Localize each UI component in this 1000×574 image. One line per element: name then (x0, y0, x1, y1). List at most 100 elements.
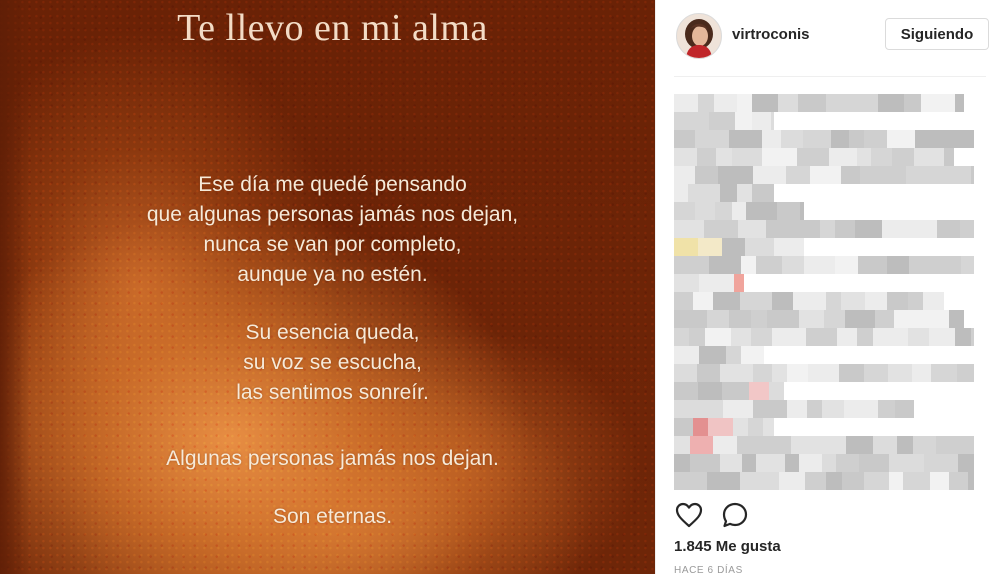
comment-pixel-block (829, 148, 857, 166)
avatar[interactable] (676, 13, 722, 59)
instagram-post: Te llevo en mi alma Ese día me quedé pen… (0, 0, 1000, 574)
comment-pixel-block (674, 256, 709, 274)
comment-pixel-block (839, 364, 864, 382)
comment-pixel-row (674, 256, 974, 274)
comment-pixel-block (708, 418, 733, 436)
like-button[interactable] (674, 500, 704, 530)
comment-pixel-block (957, 364, 974, 382)
comment-button[interactable] (720, 500, 750, 530)
comment-pixel-block (785, 454, 799, 472)
comment-pixel-block (894, 310, 927, 328)
poem-title: Te llevo en mi alma (177, 7, 488, 49)
post-side-panel: virtroconis Siguiendo 1.845 Me gusta Hac… (655, 0, 1000, 574)
comment-pixel-block (937, 220, 960, 238)
comment-pixel-block (889, 472, 903, 490)
comment-pixel-block (871, 148, 892, 166)
comment-pixel-block (777, 202, 800, 220)
comment-pixel-block (806, 328, 837, 346)
comment-pixel-block (822, 454, 836, 472)
following-button[interactable]: Siguiendo (885, 18, 989, 50)
comment-pixel-block (889, 454, 924, 472)
comment-pixel-block (693, 292, 713, 310)
comment-pixel-block (793, 292, 826, 310)
comment-pixel-block (895, 400, 914, 418)
post-image[interactable]: Te llevo en mi alma Ese día me quedé pen… (0, 0, 655, 574)
comment-pixel-block (875, 310, 894, 328)
comment-pixel-block (772, 292, 793, 310)
comment-pixel-block (936, 130, 960, 148)
comment-pixel-row (674, 472, 974, 490)
comment-pixel-block (695, 202, 715, 220)
comment-pixel-block (944, 256, 961, 274)
comment-pixel-block (762, 472, 779, 490)
comment-pixel-block (846, 436, 873, 454)
poem-stanza-2: Su esencia queda, su voz se escucha, las… (0, 318, 655, 408)
comment-pixel-block (699, 274, 734, 292)
comment-pixel-block (713, 292, 740, 310)
comment-pixel-block (849, 130, 864, 148)
comment-pixel-block (753, 400, 787, 418)
comment-pixel-block (720, 364, 753, 382)
comment-pixel-row (674, 436, 974, 454)
comment-pixel-block (944, 148, 954, 166)
comment-pixel-row (674, 400, 914, 418)
comment-pixel-block (720, 454, 742, 472)
comment-pixel-block (778, 94, 798, 112)
comment-pixel-row (674, 166, 974, 184)
comment-pixel-block (733, 418, 748, 436)
comment-pixel-block (810, 166, 841, 184)
comment-pixel-block (741, 346, 763, 364)
comment-pixel-block (674, 418, 693, 436)
username[interactable]: virtroconis (732, 26, 810, 43)
comment-pixel-block (841, 166, 860, 184)
comment-pixel-block (873, 436, 897, 454)
avatar-image (677, 14, 721, 58)
post-timestamp[interactable]: Hace 6 días (674, 565, 743, 574)
comment-pixel-block (766, 220, 787, 238)
comment-pixel-block (714, 94, 737, 112)
comment-pixel-block (805, 472, 826, 490)
comment-pixel-block (707, 310, 729, 328)
comment-pixel-block (753, 166, 786, 184)
comment-pixel-row (674, 148, 954, 166)
comment-pixel-block (674, 94, 698, 112)
comment-pixel-block (674, 166, 695, 184)
comment-pixel-block (723, 400, 753, 418)
comment-pixel-block (904, 220, 937, 238)
comment-pixel-row (674, 292, 944, 310)
comment-pixel-block (713, 436, 737, 454)
comment-pixel-block (763, 418, 774, 436)
comment-pixel-block (927, 310, 949, 328)
comment-pixel-block (695, 130, 729, 148)
comment-pixel-block (698, 94, 714, 112)
comment-pixel-block (971, 328, 974, 346)
comment-pixel-block (674, 274, 699, 292)
comment-pixel-row (674, 274, 744, 292)
poem-line: nunca se van por completo, (203, 233, 462, 256)
comment-pixel-block (787, 400, 807, 418)
comment-pixel-block (697, 364, 720, 382)
comment-pixel-block (772, 328, 806, 346)
comment-pixel-block (688, 400, 723, 418)
comment-pixel-block (740, 472, 762, 490)
comment-pixel-block (799, 454, 822, 472)
comment-pixel-block (732, 202, 746, 220)
comment-pixel-block (756, 454, 785, 472)
comment-pixel-block (808, 364, 839, 382)
comment-pixel-block (842, 472, 864, 490)
poem-stanza-1: Ese día me quedé pensando que algunas pe… (0, 170, 655, 290)
comment-pixel-block (751, 310, 767, 328)
comment-pixel-block (722, 382, 749, 400)
comment-pixel-block (729, 310, 751, 328)
comment-pixel-block (699, 346, 726, 364)
poem-stanza-4: Son eternas. (0, 502, 655, 532)
comment-pixel-block (800, 202, 804, 220)
comment-pixel-block (878, 94, 904, 112)
comment-pixel-block (887, 130, 915, 148)
comment-pixel-block (903, 472, 930, 490)
comment-pixel-block (924, 454, 958, 472)
comment-pixel-block (752, 94, 778, 112)
comment-pixel-block (722, 238, 745, 256)
likes-count[interactable]: 1.845 Me gusta (674, 538, 781, 555)
comment-pixel-block (786, 166, 810, 184)
